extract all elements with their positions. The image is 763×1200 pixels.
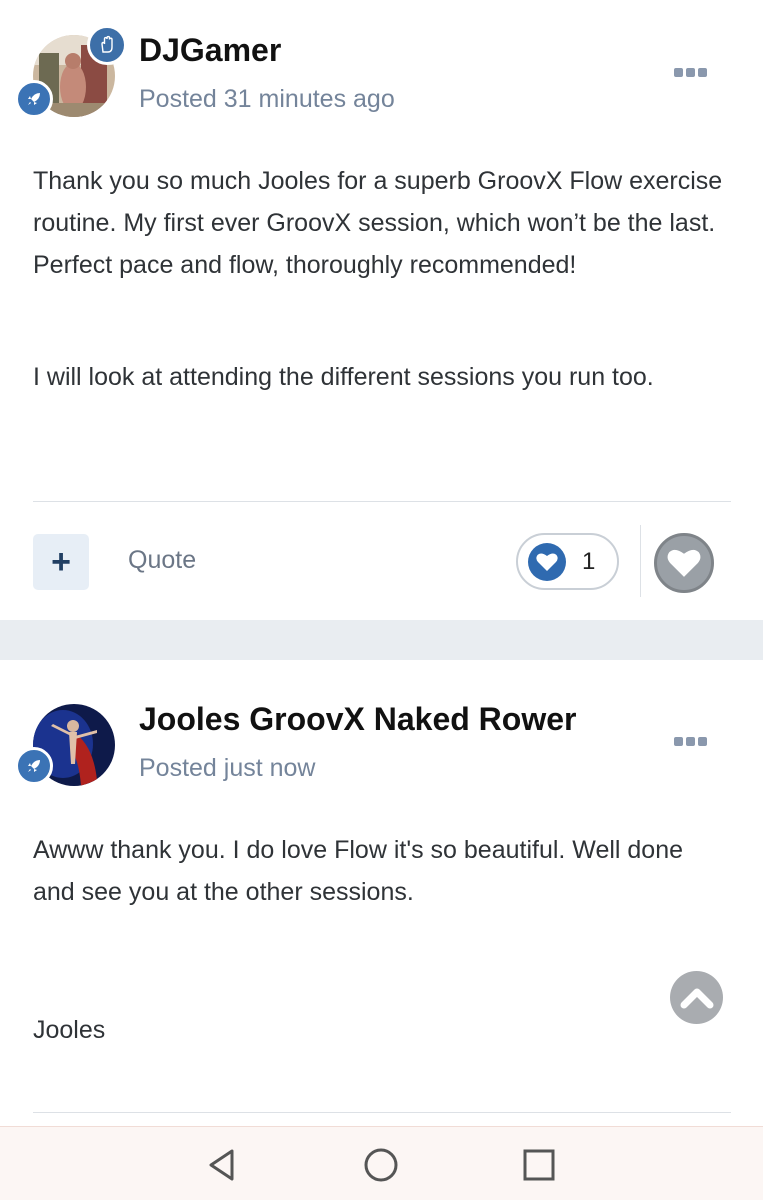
- multiquote-button[interactable]: +: [33, 534, 89, 590]
- system-navigation-bar: [0, 1126, 763, 1200]
- back-triangle-icon[interactable]: [204, 1147, 240, 1183]
- rocket-icon: [15, 80, 53, 118]
- divider: [33, 501, 731, 502]
- react-button[interactable]: [654, 533, 714, 593]
- heart-icon: [528, 542, 566, 581]
- ellipsis-icon[interactable]: [674, 68, 707, 77]
- divider: [33, 1112, 731, 1113]
- post-timestamp[interactable]: Posted just now: [139, 754, 316, 783]
- author-name[interactable]: DJGamer: [139, 32, 281, 69]
- post-paragraph: Awww thank you. I do love Flow it's so b…: [33, 836, 684, 906]
- author-avatar-wrap[interactable]: [15, 704, 115, 786]
- chevron-up-icon: [680, 988, 713, 1008]
- post-signature: Jooles: [33, 1016, 106, 1044]
- heart-icon: [667, 549, 701, 577]
- post-timestamp[interactable]: Posted 31 minutes ago: [139, 85, 395, 114]
- reaction-count: 1: [582, 547, 596, 575]
- divider: [640, 525, 641, 597]
- post-jooles: Jooles GroovX Naked Rower Posted just no…: [0, 660, 763, 1126]
- post-paragraph: I will look at attending the different s…: [33, 363, 654, 391]
- quote-button[interactable]: Quote: [128, 546, 196, 575]
- rocket-icon: [15, 747, 53, 785]
- post-djgamer: DJGamer Posted 31 minutes ago Thank you …: [0, 0, 763, 620]
- recents-square-icon[interactable]: [521, 1147, 557, 1183]
- home-circle-icon[interactable]: [363, 1147, 399, 1183]
- author-avatar-wrap[interactable]: [15, 25, 127, 118]
- hand-icon: [87, 25, 127, 65]
- ellipsis-icon[interactable]: [674, 737, 707, 746]
- scroll-to-top-button[interactable]: [670, 971, 723, 1024]
- reaction-summary[interactable]: 1: [516, 533, 619, 590]
- author-name[interactable]: Jooles GroovX Naked Rower: [139, 701, 576, 738]
- post-paragraph: Thank you so much Jooles for a superb Gr…: [33, 167, 723, 279]
